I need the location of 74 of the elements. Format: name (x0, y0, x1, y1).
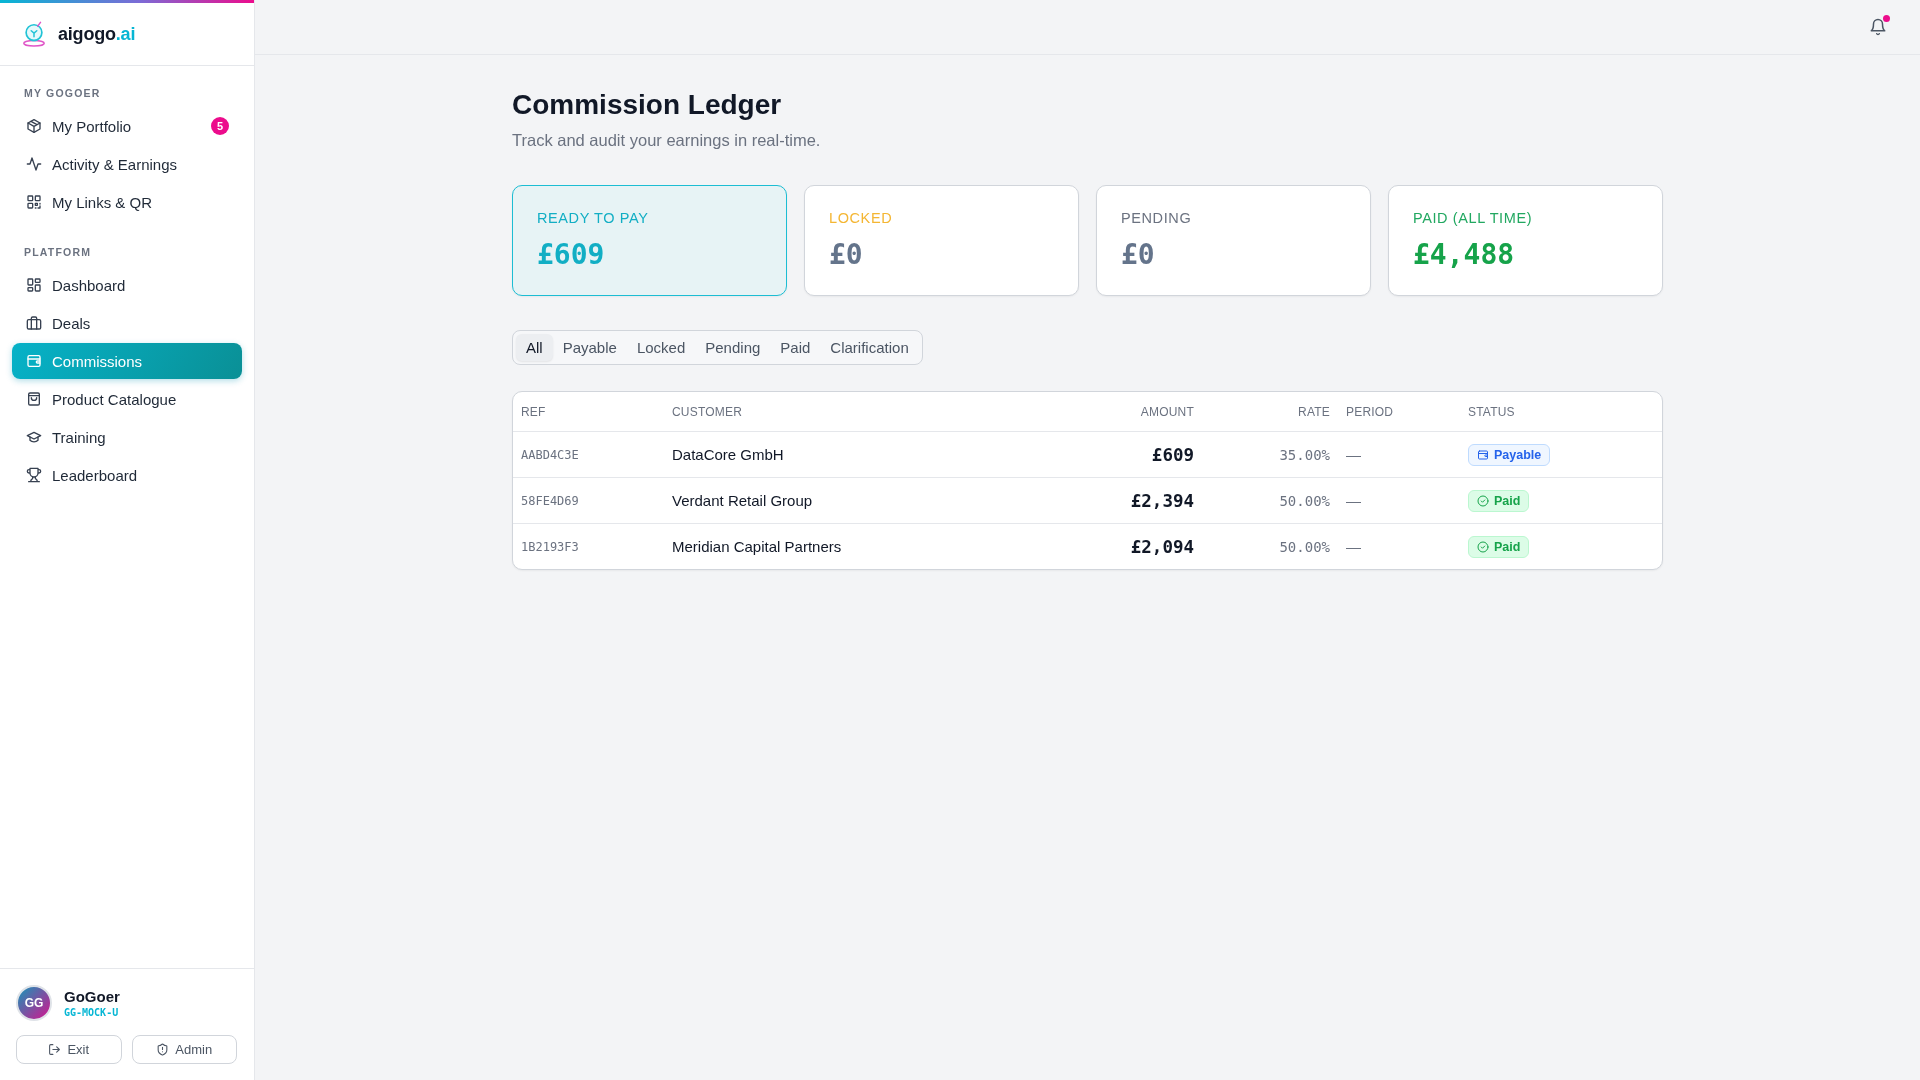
mascot-logo-icon (21, 21, 47, 47)
column-header: PERIOD (1345, 404, 1395, 419)
trophy-icon (26, 467, 42, 483)
nav-item[interactable]: Dashboard (12, 267, 242, 303)
nav-item[interactable]: Activity & Earnings (12, 146, 242, 182)
card-label: PAID (ALL TIME) (1413, 209, 1534, 227)
filter-tab[interactable]: Pending (695, 334, 771, 361)
qr-code-icon (26, 194, 42, 210)
filter-tab[interactable]: Clarification (820, 334, 919, 361)
table-cell-text: 50.00% (1278, 538, 1331, 555)
column-header: CUSTOMER (671, 404, 744, 419)
pulse-line-icon (26, 156, 42, 172)
count-badge: 5 (211, 117, 229, 135)
filter-tab[interactable]: Paid (770, 334, 821, 361)
user-avatar: GG (16, 985, 52, 1021)
card-value: £609 (537, 237, 606, 273)
cube-icon (26, 118, 42, 134)
table-cell-text: 58FE4D69 (520, 493, 580, 508)
status-text: Paid (1494, 493, 1521, 508)
table-cell-text: £2,394 (1129, 490, 1195, 511)
table-cell-text: 35.00% (1278, 446, 1331, 463)
section-heading: PLATFORM (23, 245, 93, 259)
card-label: LOCKED (829, 209, 894, 227)
table-cell-text: 50.00% (1278, 492, 1331, 509)
briefcase-icon (26, 315, 42, 331)
shield-icon (156, 1043, 170, 1056)
table-cell-text: — (1345, 492, 1362, 509)
page-subtitle: Track and audit your earnings in real-time. (512, 130, 822, 150)
card-label: READY TO PAY (537, 209, 650, 227)
wallet-icon (26, 353, 42, 369)
user-name: GoGoer (64, 988, 120, 1005)
table-cell-text: — (1345, 446, 1362, 463)
column-header: REF (520, 404, 547, 419)
exit-icon (48, 1043, 62, 1056)
column-header: AMOUNT (1139, 404, 1195, 419)
user-code: GG-MOCK-U (64, 1007, 120, 1018)
nav-item[interactable]: Deals (12, 305, 242, 341)
nav-item[interactable]: Training (12, 419, 242, 455)
bell-icon (1869, 18, 1887, 36)
graduation-cap-icon (26, 429, 42, 445)
card-value: £4,488 (1413, 237, 1516, 273)
section-heading: MY GOGOER (23, 86, 102, 100)
exit-button[interactable]: Exit (16, 1035, 122, 1064)
filter-tab[interactable]: Locked (626, 334, 696, 361)
nav-item[interactable]: Product Catalogue (12, 381, 242, 417)
table-cell-text: £2,094 (1129, 536, 1195, 557)
table-cell-text: AABD4C3E (520, 447, 580, 462)
page-title: Commission Ledger (512, 88, 783, 122)
filter-tab[interactable]: All (516, 334, 553, 361)
table-cell-text: — (1345, 538, 1362, 555)
column-header: RATE (1297, 404, 1331, 419)
card-label: PENDING (1121, 209, 1193, 227)
brand-name: aigogo.ai (58, 23, 136, 45)
card-value: £0 (1121, 237, 1156, 273)
card-value: £0 (829, 237, 864, 273)
grid-icon (26, 277, 42, 293)
check-circle-icon (1477, 494, 1489, 507)
table-cell-text: Verdant Retail Group (671, 492, 814, 509)
filter-tab[interactable]: Payable (552, 334, 627, 361)
wallet-icon (1477, 448, 1489, 461)
nav-item[interactable]: Leaderboard (12, 457, 242, 493)
status-text: Paid (1494, 539, 1521, 554)
table-cell-text: DataCore GmbH (671, 446, 785, 463)
nav-item[interactable]: My Links & QR (12, 184, 242, 220)
shopping-bag-icon (26, 391, 42, 407)
table-cell-text: 1B2193F3 (520, 539, 580, 554)
nav-item[interactable]: My Portfolio 5 (12, 108, 242, 144)
status-text: Payable (1494, 447, 1542, 462)
table-cell-text: £609 (1150, 444, 1195, 465)
admin-button[interactable]: Admin (131, 1035, 237, 1064)
check-circle-icon (1477, 540, 1489, 553)
column-header: STATUS (1467, 404, 1516, 419)
notifications-button[interactable] (1869, 18, 1887, 36)
table-cell-text: Meridian Capital Partners (671, 538, 843, 555)
